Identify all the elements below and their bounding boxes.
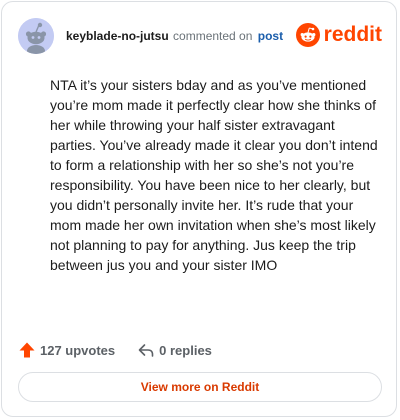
- comment-meta: keyblade-no-jutsu commented on post: [66, 28, 283, 44]
- post-link[interactable]: post: [258, 29, 283, 43]
- upvote-arrow-icon: [19, 342, 35, 358]
- username-link[interactable]: keyblade-no-jutsu: [66, 29, 169, 43]
- user-avatar[interactable]: [18, 18, 54, 54]
- snoo-avatar-icon: [18, 18, 54, 54]
- comment-header: keyblade-no-jutsu commented on post redd…: [18, 18, 382, 54]
- reply-arrow-icon: [138, 344, 154, 357]
- reddit-logo[interactable]: reddit: [295, 20, 382, 50]
- comment-embed-card: keyblade-no-jutsu commented on post redd…: [1, 1, 397, 417]
- reply-count: 0 replies: [159, 342, 212, 358]
- action-text: commented on: [173, 29, 253, 43]
- reply-button[interactable]: 0 replies: [137, 341, 212, 359]
- comment-body: NTA it’s your sisters bday and as you’ve…: [50, 77, 378, 273]
- view-more-button[interactable]: View more on Reddit: [18, 372, 382, 402]
- comment-actions: 127 upvotes 0 replies: [18, 338, 212, 362]
- upvote-count: 127 upvotes: [40, 342, 116, 358]
- reddit-wordmark: reddit: [323, 23, 382, 46]
- reddit-snoo-icon: [295, 23, 320, 47]
- upvote-button[interactable]: 127 upvotes: [18, 341, 115, 359]
